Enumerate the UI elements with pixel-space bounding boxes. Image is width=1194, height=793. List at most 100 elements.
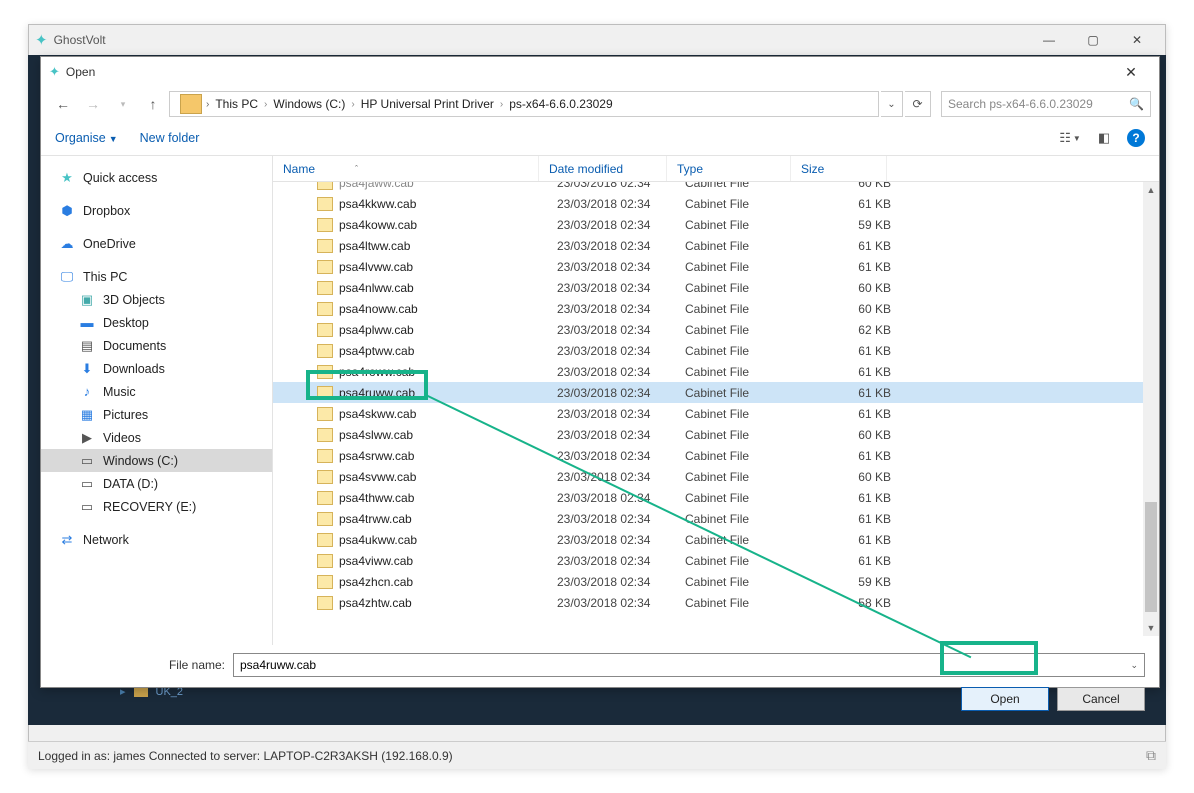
sidebar-item[interactable]: ▭Windows (C:): [41, 449, 272, 472]
sidebar-item[interactable]: ⇄Network: [41, 528, 272, 551]
file-date: 23/03/2018 02:34: [557, 386, 685, 400]
file-row[interactable]: psa4slww.cab 23/03/2018 02:34 Cabinet Fi…: [273, 424, 1159, 445]
file-size: 61 KB: [809, 407, 891, 421]
refresh-button[interactable]: ⟳: [905, 91, 931, 117]
sidebar-item[interactable]: ▤Documents: [41, 334, 272, 357]
sidebar-item[interactable]: 🖵This PC: [41, 265, 272, 288]
file-row[interactable]: psa4ptww.cab 23/03/2018 02:34 Cabinet Fi…: [273, 340, 1159, 361]
col-date[interactable]: Date modified: [539, 156, 667, 181]
preview-pane-button[interactable]: ◧: [1093, 127, 1115, 149]
file-row[interactable]: psa4skww.cab 23/03/2018 02:34 Cabinet Fi…: [273, 403, 1159, 424]
sidebar-item[interactable]: ▣3D Objects: [41, 288, 272, 311]
recent-dropdown[interactable]: ▾: [109, 91, 137, 117]
scroll-thumb[interactable]: [1145, 502, 1157, 612]
breadcrumb[interactable]: › This PC› Windows (C:)› HP Universal Pr…: [169, 91, 879, 117]
file-row[interactable]: psa4trww.cab 23/03/2018 02:34 Cabinet Fi…: [273, 508, 1159, 529]
close-app-button[interactable]: ✕: [1115, 26, 1159, 54]
search-input[interactable]: Search ps-x64-6.6.0.23029 🔍: [941, 91, 1151, 117]
file-date: 23/03/2018 02:34: [557, 533, 685, 547]
file-size: 59 KB: [809, 218, 891, 232]
sidebar-item[interactable]: ★Quick access: [41, 166, 272, 189]
file-date: 23/03/2018 02:34: [557, 470, 685, 484]
sidebar-label: Windows (C:): [103, 454, 178, 468]
col-type[interactable]: Type: [667, 156, 791, 181]
file-icon: [317, 344, 333, 358]
file-row[interactable]: psa4svww.cab 23/03/2018 02:34 Cabinet Fi…: [273, 466, 1159, 487]
breadcrumb-seg-3[interactable]: ps-x64-6.6.0.23029: [509, 97, 612, 111]
file-row[interactable]: psa4kkww.cab 23/03/2018 02:34 Cabinet Fi…: [273, 193, 1159, 214]
file-type: Cabinet File: [685, 407, 809, 421]
filename-input[interactable]: psa4ruww.cab ⌄: [233, 653, 1145, 677]
file-name: psa4noww.cab: [339, 302, 557, 316]
breadcrumb-dropdown[interactable]: ⌄: [881, 91, 903, 117]
breadcrumb-seg-1[interactable]: Windows (C:): [273, 97, 345, 111]
filename-label: File name:: [55, 658, 225, 672]
file-list[interactable]: psa4jaww.cab 23/03/2018 02:34 Cabinet Fi…: [273, 182, 1159, 636]
new-folder-button[interactable]: New folder: [140, 131, 200, 145]
sidebar-item[interactable]: ⬢Dropbox: [41, 199, 272, 222]
column-headers[interactable]: Nameˆ Date modified Type Size: [273, 156, 1159, 182]
file-row[interactable]: psa4ruww.cab 23/03/2018 02:34 Cabinet Fi…: [273, 382, 1159, 403]
sidebar-icon: ☁: [59, 237, 75, 251]
sidebar-icon: ▭: [79, 500, 95, 514]
file-name: psa4srww.cab: [339, 449, 557, 463]
file-row[interactable]: psa4nlww.cab 23/03/2018 02:34 Cabinet Fi…: [273, 277, 1159, 298]
maximize-button[interactable]: ▢: [1071, 26, 1115, 54]
file-row[interactable]: psa4plww.cab 23/03/2018 02:34 Cabinet Fi…: [273, 319, 1159, 340]
forward-button[interactable]: →: [79, 91, 107, 117]
file-type: Cabinet File: [685, 512, 809, 526]
file-size: 62 KB: [809, 323, 891, 337]
col-size[interactable]: Size: [791, 156, 887, 181]
organise-menu[interactable]: Organise▼: [55, 131, 118, 145]
sidebar-item[interactable]: ⬇Downloads: [41, 357, 272, 380]
filename-dropdown-icon[interactable]: ⌄: [1130, 660, 1138, 671]
file-type: Cabinet File: [685, 386, 809, 400]
back-button[interactable]: ←: [49, 91, 77, 117]
sidebar-label: Pictures: [103, 408, 148, 422]
file-size: 60 KB: [809, 302, 891, 316]
file-row[interactable]: psa4ukww.cab 23/03/2018 02:34 Cabinet Fi…: [273, 529, 1159, 550]
sidebar-label: Dropbox: [83, 204, 130, 218]
file-type: Cabinet File: [685, 554, 809, 568]
file-date: 23/03/2018 02:34: [557, 407, 685, 421]
up-button[interactable]: ↑: [139, 91, 167, 117]
view-menu[interactable]: ☷ ▼: [1059, 127, 1081, 149]
file-row[interactable]: psa4thww.cab 23/03/2018 02:34 Cabinet Fi…: [273, 487, 1159, 508]
file-row[interactable]: psa4zhtw.cab 23/03/2018 02:34 Cabinet Fi…: [273, 592, 1159, 613]
file-date: 23/03/2018 02:34: [557, 596, 685, 610]
sidebar-item[interactable]: ▭DATA (D:): [41, 472, 272, 495]
dialog-close-button[interactable]: ✕: [1111, 64, 1151, 81]
file-row[interactable]: psa4ltww.cab 23/03/2018 02:34 Cabinet Fi…: [273, 235, 1159, 256]
file-row[interactable]: psa4zhcn.cab 23/03/2018 02:34 Cabinet Fi…: [273, 571, 1159, 592]
minimize-button[interactable]: —: [1027, 26, 1071, 54]
breadcrumb-seg-0[interactable]: This PC: [215, 97, 258, 111]
scrollbar[interactable]: ▲ ▼: [1143, 182, 1159, 636]
sidebar-item[interactable]: ▶Videos: [41, 426, 272, 449]
col-name[interactable]: Nameˆ: [273, 156, 539, 181]
open-button[interactable]: Open: [961, 687, 1049, 711]
sidebar-item[interactable]: ▬Desktop: [41, 311, 272, 334]
sidebar-item[interactable]: ▦Pictures: [41, 403, 272, 426]
file-row[interactable]: psa4lvww.cab 23/03/2018 02:34 Cabinet Fi…: [273, 256, 1159, 277]
file-row[interactable]: psa4noww.cab 23/03/2018 02:34 Cabinet Fi…: [273, 298, 1159, 319]
help-icon[interactable]: ?: [1127, 129, 1145, 147]
file-row[interactable]: psa4srww.cab 23/03/2018 02:34 Cabinet Fi…: [273, 445, 1159, 466]
file-date: 23/03/2018 02:34: [557, 281, 685, 295]
cancel-button[interactable]: Cancel: [1057, 687, 1145, 711]
sidebar-item[interactable]: ♪Music: [41, 380, 272, 403]
sidebar-icon: ⬇: [79, 362, 95, 376]
sidebar-icon: ▤: [79, 339, 95, 353]
breadcrumb-seg-2[interactable]: HP Universal Print Driver: [361, 97, 494, 111]
sidebar-item[interactable]: ☁OneDrive: [41, 232, 272, 255]
file-row[interactable]: psa4viww.cab 23/03/2018 02:34 Cabinet Fi…: [273, 550, 1159, 571]
status-panel-icon[interactable]: ⧉: [1146, 747, 1156, 764]
file-row[interactable]: psa4roww.cab 23/03/2018 02:34 Cabinet Fi…: [273, 361, 1159, 382]
file-row[interactable]: psa4jaww.cab 23/03/2018 02:34 Cabinet Fi…: [273, 182, 1159, 193]
file-row[interactable]: psa4koww.cab 23/03/2018 02:34 Cabinet Fi…: [273, 214, 1159, 235]
scroll-up-icon[interactable]: ▲: [1143, 182, 1159, 198]
file-icon: [317, 512, 333, 526]
sidebar-item[interactable]: ▭RECOVERY (E:): [41, 495, 272, 518]
scroll-down-icon[interactable]: ▼: [1143, 620, 1159, 636]
file-type: Cabinet File: [685, 182, 809, 190]
file-name: psa4svww.cab: [339, 470, 557, 484]
